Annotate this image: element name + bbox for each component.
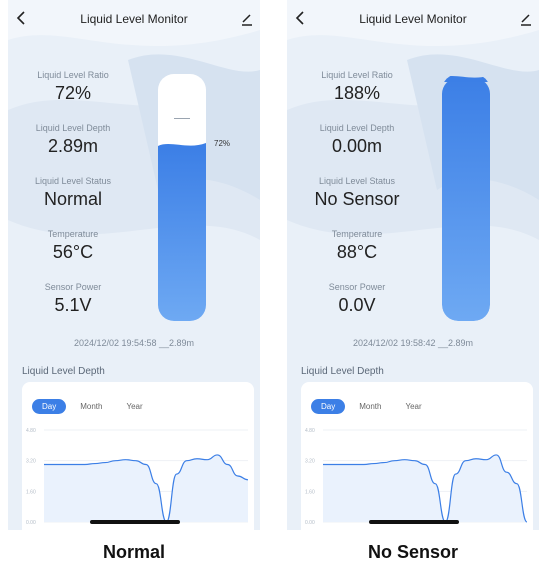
caption-normal: Normal — [102, 542, 165, 562]
metric-label: Liquid Level Depth — [35, 123, 111, 133]
metric-value: 72% — [54, 83, 92, 103]
metric-label: Sensor Power — [44, 282, 102, 292]
metric-value: Normal — [43, 189, 102, 209]
y-tick-label: 1.60 — [305, 489, 315, 495]
metric-label: Liquid Level Status — [34, 176, 112, 186]
page-title: Liquid Level Monitor — [80, 12, 188, 26]
chart-card: Day Month Year 4.80 3.20 1.60 0.00 — [22, 382, 254, 530]
metric-value: 88°C — [336, 242, 378, 262]
reading-timestamp: 2024/12/02 19:58:42 __2.89m — [352, 338, 474, 348]
metric-level-ratio: Liquid Level Ratio 188% — [302, 70, 412, 104]
tank-fill — [442, 75, 490, 321]
metric-value: No Sensor — [314, 189, 400, 209]
nav-bar: Liquid Level Monitor — [287, 0, 539, 40]
edit-icon[interactable] — [240, 12, 254, 26]
metric-temperature: Temperature 56°C — [18, 229, 128, 263]
reading-timestamp: 2024/12/02 19:54:58 __2.89m — [73, 338, 195, 348]
tab-month[interactable]: Month — [70, 399, 112, 414]
chart-card: Day Month Year 4.80 3.20 1.60 0.00 — [301, 382, 533, 530]
metric-sensor-power: Sensor Power 0.0V — [302, 282, 412, 316]
tab-day[interactable]: Day — [311, 399, 346, 414]
liquid-tank-gauge — [442, 74, 490, 321]
metric-label: Liquid Level Depth — [319, 123, 395, 133]
metric-level-ratio: Liquid Level Ratio 72% — [18, 70, 128, 104]
metric-level-depth: Liquid Level Depth 0.00m — [302, 123, 412, 157]
tank-mark — [174, 118, 190, 119]
metric-label: Liquid Level Ratio — [321, 70, 393, 80]
phone-screen-normal: Liquid Level Monitor Liquid Level Ratio … — [8, 0, 260, 530]
metric-value: 0.00m — [331, 136, 383, 156]
tank-fill — [158, 143, 206, 321]
period-tabs: Day Month Year — [32, 396, 157, 414]
period-tabs: Day Month Year — [311, 396, 436, 414]
y-tick-label: 3.20 — [26, 459, 36, 465]
metric-label: Temperature — [47, 229, 99, 239]
metric-value: 2.89m — [47, 136, 99, 156]
y-tick-label: 4.80 — [26, 428, 36, 434]
metric-label: Liquid Level Status — [318, 176, 396, 186]
tab-year[interactable]: Year — [116, 399, 152, 414]
y-tick-label: 0.00 — [305, 520, 315, 526]
metric-level-status: Liquid Level Status No Sensor — [302, 176, 412, 210]
metric-label: Liquid Level Ratio — [37, 70, 109, 80]
depth-line-chart: 4.80 3.20 1.60 0.00 — [305, 428, 528, 526]
metric-value: 5.1V — [54, 295, 92, 315]
metric-label: Sensor Power — [328, 282, 386, 292]
home-indicator — [369, 520, 459, 524]
home-indicator — [90, 520, 180, 524]
y-tick-label: 1.60 — [26, 489, 36, 495]
metric-level-depth: Liquid Level Depth 2.89m — [18, 123, 128, 157]
metric-value: 0.0V — [338, 295, 376, 315]
tab-year[interactable]: Year — [395, 399, 431, 414]
tab-day[interactable]: Day — [32, 399, 67, 414]
edit-icon[interactable] — [519, 12, 533, 26]
metric-level-status: Liquid Level Status Normal — [18, 176, 128, 210]
y-tick-label: 0.00 — [26, 520, 36, 526]
caption-no-sensor: No Sensor — [367, 542, 459, 562]
y-tick-label: 4.80 — [305, 428, 315, 434]
page-title: Liquid Level Monitor — [359, 12, 467, 26]
metric-sensor-power: Sensor Power 5.1V — [18, 282, 128, 316]
chart-section-title: Liquid Level Depth — [22, 366, 105, 377]
metric-temperature: Temperature 88°C — [302, 229, 412, 263]
y-tick-label: 3.20 — [305, 459, 315, 465]
depth-line-chart: 4.80 3.20 1.60 0.00 — [26, 428, 249, 526]
tab-month[interactable]: Month — [349, 399, 391, 414]
chart-section-title: Liquid Level Depth — [301, 366, 384, 377]
metric-label: Temperature — [331, 229, 383, 239]
liquid-tank-gauge — [158, 74, 206, 321]
metric-value: 188% — [333, 83, 381, 103]
tank-percent-label: 72% — [214, 139, 231, 148]
nav-bar: Liquid Level Monitor — [8, 0, 260, 40]
metric-value: 56°C — [52, 242, 94, 262]
phone-screen-no-sensor: Liquid Level Monitor Liquid Level Ratio … — [287, 0, 539, 530]
